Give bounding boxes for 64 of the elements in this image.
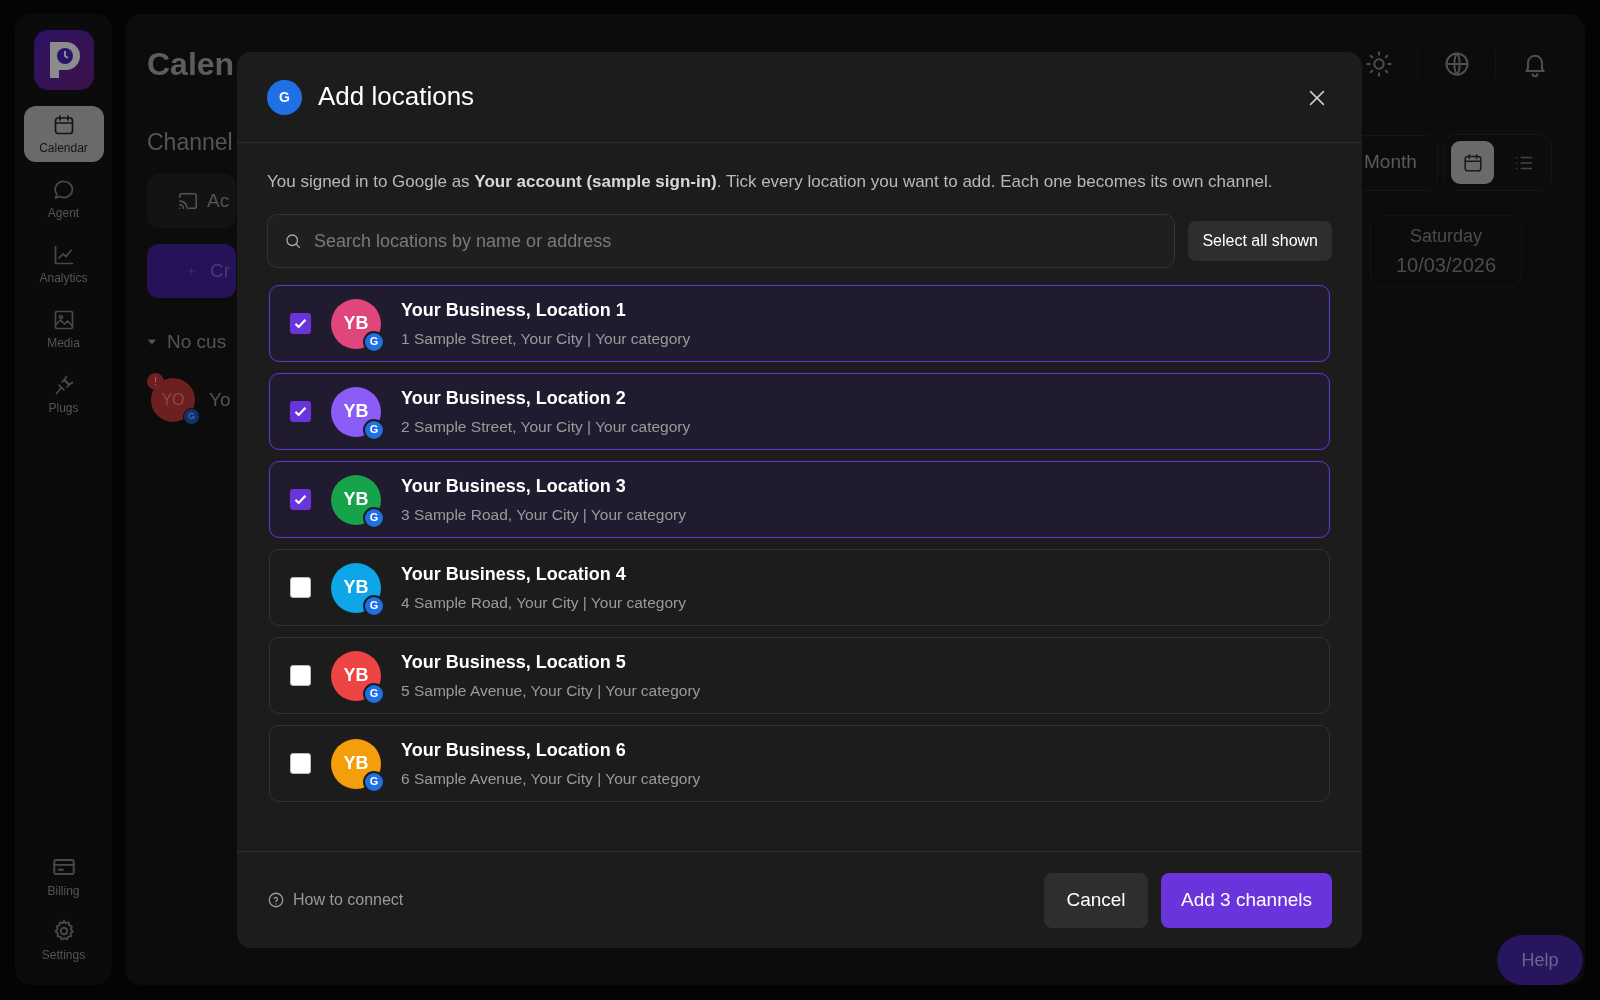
location-name: Your Business, Location 5 <box>401 650 627 674</box>
location-name: Your Business, Location 6 <box>401 738 627 762</box>
checkbox[interactable] <box>290 401 311 422</box>
add-channels-button[interactable]: Add 3 channels <box>1161 872 1332 928</box>
cancel-button[interactable]: Cancel <box>1044 872 1148 928</box>
channel-name: Yo <box>209 388 231 413</box>
checkbox[interactable] <box>290 665 311 686</box>
location-row[interactable]: YB G Your Business, Location 2 2 Sample Street, Your City | Your category <box>269 373 1330 450</box>
location-row[interactable]: YB G Your Business, Location 4 4 Sample Road, Your City | Your category <box>269 549 1330 626</box>
checkbox[interactable] <box>290 313 311 334</box>
google-badge: G <box>183 408 200 426</box>
section-heading: Channel <box>147 128 233 157</box>
sidebar-item[interactable]: Analytics <box>23 236 104 292</box>
google-badge: G <box>363 682 385 705</box>
sidebar-item[interactable]: Plugs <box>23 366 104 422</box>
sidebar-item[interactable]: Billing <box>23 847 104 905</box>
location-name: Your Business, Location 4 <box>401 562 627 586</box>
view-toggle[interactable] <box>1451 141 1494 184</box>
weekday-label: Saturday <box>1408 224 1483 248</box>
check-icon <box>293 492 308 507</box>
location-row[interactable]: YB G Your Business, Location 5 5 Sample Avenue, Your City | Your category <box>269 637 1330 714</box>
location-address: 1 Sample Street, Your City | Your category <box>401 328 691 349</box>
google-badge: G <box>363 330 385 353</box>
location-address: 6 Sample Avenue, Your City | Your category <box>401 768 701 789</box>
location-row[interactable]: YB G Your Business, Location 3 3 Sample Road, Your City | Your category <box>269 461 1330 538</box>
google-badge: G <box>363 418 385 441</box>
search-icon <box>284 232 302 250</box>
check-icon <box>293 316 308 331</box>
sidebar-item[interactable]: Agent <box>23 171 104 227</box>
checkbox[interactable] <box>290 577 311 598</box>
help-button[interactable]: Help <box>1497 935 1583 985</box>
google-badge: G <box>267 79 302 115</box>
checkbox[interactable] <box>290 753 311 774</box>
help-icon <box>267 891 285 909</box>
location-address: 3 Sample Road, Your City | Your category <box>401 504 686 525</box>
location-address: 5 Sample Avenue, Your City | Your category <box>401 680 701 701</box>
google-badge: G <box>363 594 385 617</box>
location-row[interactable]: YB G Your Business, Location 6 6 Sample Avenue, Your City | Your category <box>269 725 1330 802</box>
location-address: 2 Sample Street, Your City | Your category <box>401 416 691 437</box>
app-logo <box>33 30 94 90</box>
sidebar-item[interactable]: Media <box>23 301 104 357</box>
checkbox[interactable] <box>290 489 311 510</box>
intro-text: You signed in to Google as Your account (sample sign-in). Tick every location you want to add. Each one becomes its own channel. <box>267 171 1274 193</box>
page-title: Calen <box>147 44 235 84</box>
sidebar-item[interactable]: Settings <box>23 911 104 969</box>
add-channel-button[interactable]: Ac <box>147 173 236 228</box>
location-name: Your Business, Location 2 <box>401 386 627 410</box>
location-row[interactable]: YB G Your Business, Location 1 1 Sample Street, Your City | Your category <box>269 285 1330 362</box>
location-address: 4 Sample Road, Your City | Your category <box>401 592 686 613</box>
location-name: Your Business, Location 3 <box>401 474 627 498</box>
search-field[interactable]: Search locations by name or address <box>267 214 1176 268</box>
select-all-button[interactable]: Select all shown <box>1188 221 1332 261</box>
location-name: Your Business, Location 1 <box>401 298 627 322</box>
chat-bubble-icon <box>51 178 76 202</box>
alert-badge: ! <box>147 373 164 391</box>
help-link[interactable]: How to connect <box>267 888 404 912</box>
dialog-title: Add locations <box>318 81 475 113</box>
check-icon <box>293 404 308 419</box>
calendar-icon <box>1461 151 1484 174</box>
group-label: No cus <box>167 329 227 354</box>
date-label: 10/03/2026 <box>1394 252 1498 278</box>
google-badge: G <box>363 770 385 793</box>
google-badge: G <box>363 506 385 529</box>
sidebar-item[interactable]: Calendar <box>23 106 104 162</box>
